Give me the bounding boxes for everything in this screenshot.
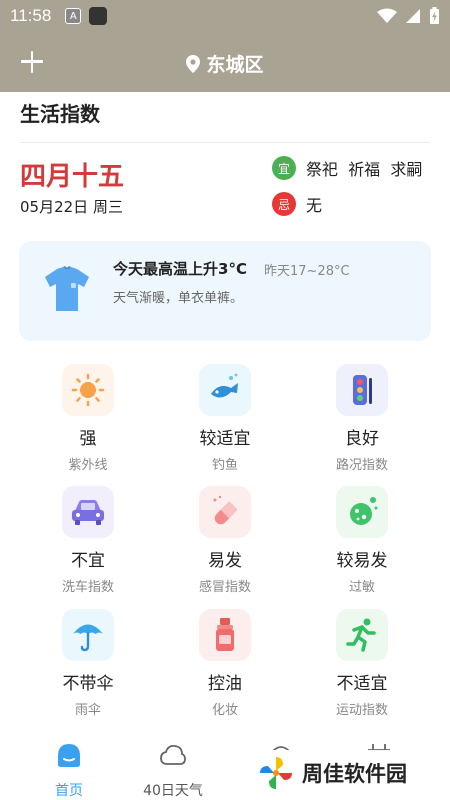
index-traffic[interactable]: 良好 路况指数: [287, 364, 437, 473]
index-value: 良好: [345, 429, 379, 449]
car-icon: [72, 500, 104, 525]
tip-description: 天气渐暖，单衣单裤。: [113, 291, 244, 306]
status-time: 11:58: [10, 6, 52, 25]
tab-label: 40日天气: [143, 783, 203, 799]
index-fishing[interactable]: 较适宜 钓鱼: [150, 364, 300, 473]
tshirt-icon: [45, 266, 89, 311]
location-pin-icon: [186, 54, 201, 73]
tab-40day[interactable]: 40日天气: [128, 742, 218, 800]
app-header: 东城区: [0, 32, 450, 92]
location-selector[interactable]: 东城区: [0, 50, 450, 77]
tab-label: 首页: [55, 783, 83, 799]
wifi-icon: [377, 8, 397, 23]
index-label: 运动指数: [335, 703, 388, 718]
allergy-icon: [350, 497, 378, 525]
index-value: 不宜: [71, 551, 105, 571]
ji-text: 无: [306, 196, 323, 215]
index-allergy[interactable]: 较易发 过敏: [287, 486, 437, 595]
index-carwash[interactable]: 不宜 洗车指数: [13, 486, 163, 595]
index-value: 不带伞: [62, 674, 114, 694]
solar-date: 05月22日 周三: [20, 198, 123, 216]
index-value: 易发: [208, 551, 242, 571]
bottle-icon: [216, 618, 234, 651]
index-value: 较适宜: [199, 429, 251, 449]
umbrella-icon: [73, 624, 103, 652]
watermark-text: 周佳软件园: [302, 762, 407, 786]
cloud-icon: [160, 744, 186, 765]
battery-icon: [430, 7, 439, 24]
index-umbrella[interactable]: 不带伞 雨伞: [13, 609, 163, 718]
status-bar: 11:58 A: [0, 0, 450, 32]
index-label: 钓鱼: [211, 458, 238, 473]
index-makeup[interactable]: 控油 化妆: [150, 609, 300, 718]
watermark-logo-icon: [260, 757, 292, 789]
index-label: 洗车指数: [61, 580, 114, 595]
index-uv[interactable]: 强 紫外线: [13, 364, 163, 473]
yi-text: 祭祀 祈福 求嗣: [306, 160, 423, 179]
tip-yesterday-temp: 昨天17~28°C: [264, 264, 350, 279]
index-label: 路况指数: [335, 458, 388, 473]
index-value: 控油: [208, 674, 242, 694]
index-label: 紫外线: [68, 458, 108, 473]
index-value: 较易发: [336, 551, 388, 571]
almanac-yi-row[interactable]: 宜 祭祀 祈福 求嗣: [272, 156, 422, 180]
pill-icon: [213, 495, 238, 525]
watermark: 周佳软件园: [256, 750, 446, 796]
traffic-light-icon: [353, 375, 372, 405]
index-label: 感冒指数: [198, 580, 251, 595]
yi-badge: 宜: [272, 156, 296, 180]
app-indicator-icon: [89, 7, 108, 25]
sun-icon: [71, 373, 105, 407]
home-icon: [58, 744, 80, 767]
keyboard-indicator-icon: A: [65, 8, 82, 24]
dressing-tip-card[interactable]: 今天最高温上升3°C 昨天17~28°C 天气渐暖，单衣单裤。: [19, 241, 431, 341]
signal-icon: [406, 9, 420, 23]
index-value: 不适宜: [336, 674, 388, 694]
fish-icon: [211, 373, 238, 398]
running-icon: [346, 618, 376, 652]
almanac-ji-row[interactable]: 忌 无: [272, 192, 322, 216]
index-label: 雨伞: [74, 703, 101, 718]
index-label: 过敏: [348, 580, 375, 595]
index-value: 强: [79, 429, 97, 449]
tab-home[interactable]: 首页: [24, 742, 114, 800]
index-cold[interactable]: 易发 感冒指数: [150, 486, 300, 595]
lunar-date: 四月十五: [20, 162, 125, 192]
section-title: 生活指数: [20, 102, 100, 126]
location-name: 东城区: [206, 54, 264, 76]
ji-badge: 忌: [272, 192, 296, 216]
index-label: 化妆: [211, 703, 238, 718]
index-sport[interactable]: 不适宜 运动指数: [287, 609, 437, 718]
divider: [20, 142, 430, 143]
tip-title: 今天最高温上升3°C: [113, 260, 247, 278]
